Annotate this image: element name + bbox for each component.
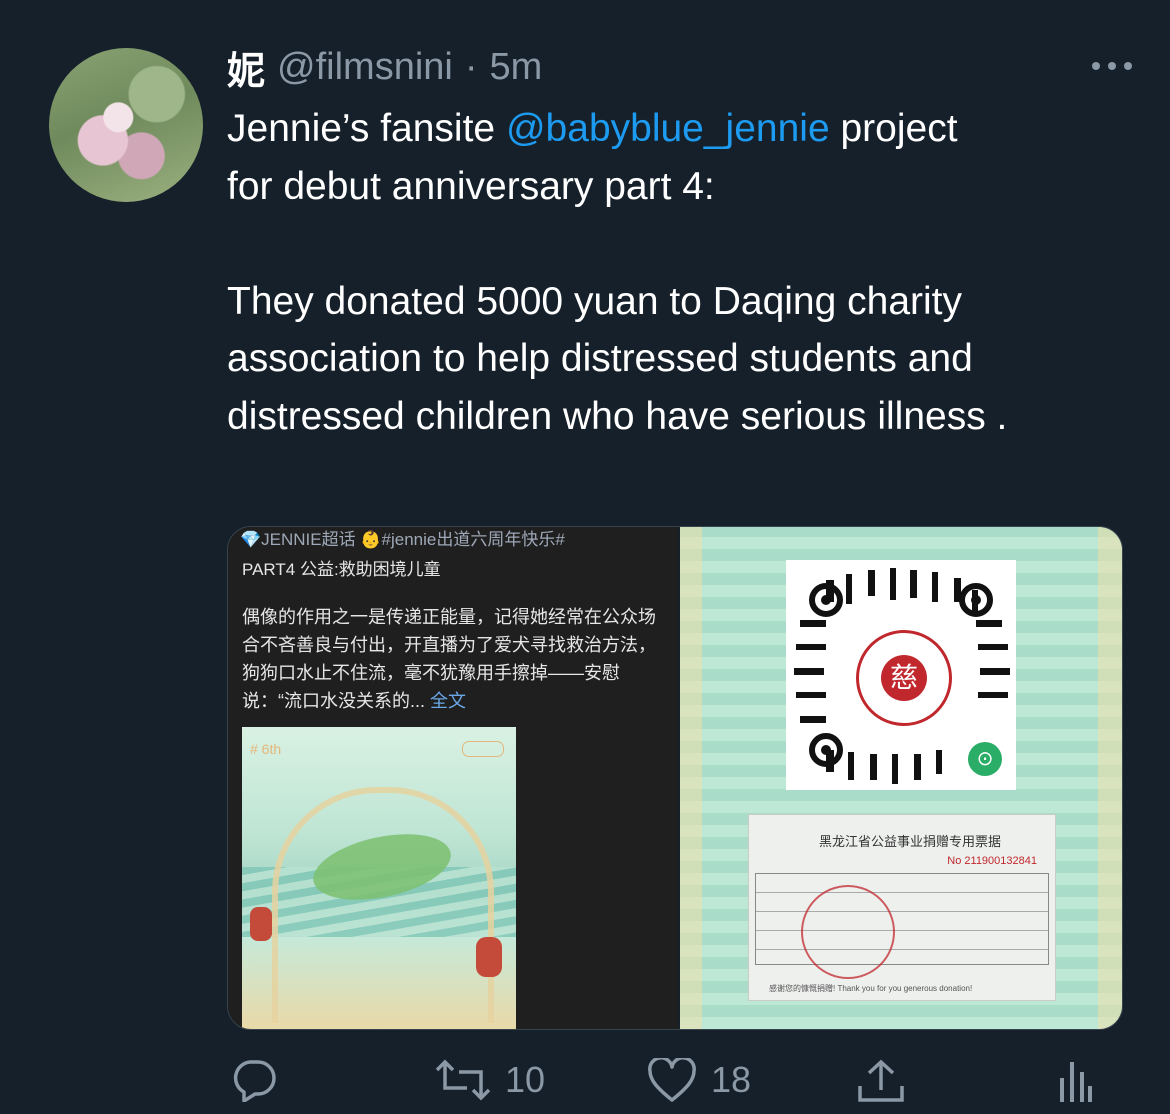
reply-icon: [233, 1060, 276, 1102]
weibo-subtitle: PART4 公益:救助困境儿童: [242, 560, 441, 579]
author-handle[interactable]: @filmsnini: [277, 46, 453, 89]
weibo-body: 偶像的作用之一是传递正能量，记得她经常在公众场合不吝善良与付出，开直播为了爱犬寻…: [242, 603, 662, 715]
author-name[interactable]: 妮: [227, 40, 265, 95]
poster-tag: # 6th: [250, 741, 282, 757]
weibo-full-text-link: 全文: [430, 691, 467, 711]
share-button[interactable]: [856, 1058, 906, 1104]
receipt-title: 黑龙江省公益事业捐赠专用票据: [819, 834, 1002, 849]
tweet-text: Jennie’s fansite @babyblue_jennie projec…: [227, 100, 1127, 445]
like-count: 18: [711, 1059, 752, 1100]
poster-arch: [272, 787, 494, 1023]
tweet-text-part1: Jennie’s fansite: [227, 107, 506, 150]
charity-logo-char: 慈: [881, 655, 927, 701]
media-image-right[interactable]: 慈 ⊙ 黑龙江省公益事业捐赠专用票据 No 211900132841 感谢您的慷…: [680, 527, 1122, 1029]
receipt-number: No 211900132841: [947, 855, 1037, 867]
mention-link[interactable]: @babyblue_jennie: [506, 107, 830, 150]
charity-logo: 慈: [856, 630, 952, 726]
reply-button[interactable]: [230, 1058, 292, 1102]
analytics-icon: [1060, 1062, 1092, 1102]
tweet-text-part2: project for debut anniversary part 4: Th…: [227, 107, 1008, 438]
retweet-icon: [435, 1059, 491, 1101]
qr-code: 慈 ⊙: [786, 560, 1016, 790]
tweet-header: 妮 @filmsnini · 5m: [227, 40, 543, 95]
donation-receipt: 黑龙江省公益事业捐赠专用票据 No 211900132841 感谢您的慷慨捐赠!…: [748, 814, 1056, 1001]
analytics-button[interactable]: [1058, 1058, 1094, 1104]
like-icon: [648, 1058, 696, 1102]
media-image-left[interactable]: 💎JENNIE超话 👶#jennie出道六周年快乐# PART4 公益:救助困境…: [228, 527, 678, 1029]
weibo-topic-line: 💎JENNIE超话 👶#jennie出道六周年快乐#: [240, 530, 565, 549]
anniversary-poster: # 6th: [242, 727, 516, 1029]
tweet-media[interactable]: 💎JENNIE超话 👶#jennie出道六周年快乐# PART4 公益:救助困境…: [227, 526, 1123, 1030]
poster-lantern-right: [476, 937, 502, 977]
receipt-footer: 感谢您的慷慨捐赠! Thank you for you generous don…: [769, 984, 973, 993]
receipt-stamp: [801, 885, 895, 979]
poster-pill: [462, 741, 504, 757]
like-button[interactable]: 18: [647, 1058, 751, 1102]
receipt-table: [755, 873, 1049, 965]
tweet-actions: 10 18: [0, 1050, 1170, 1110]
avatar[interactable]: [49, 48, 203, 202]
share-icon: [858, 1059, 904, 1102]
more-icon[interactable]: [1092, 58, 1136, 74]
mini-program-icon: ⊙: [968, 742, 1002, 776]
poster-lantern-left: [250, 907, 272, 941]
tweet-timestamp[interactable]: 5m: [490, 46, 543, 89]
retweet-count: 10: [505, 1059, 546, 1100]
separator-dot: ·: [464, 45, 478, 88]
retweet-button[interactable]: 10: [435, 1058, 545, 1102]
